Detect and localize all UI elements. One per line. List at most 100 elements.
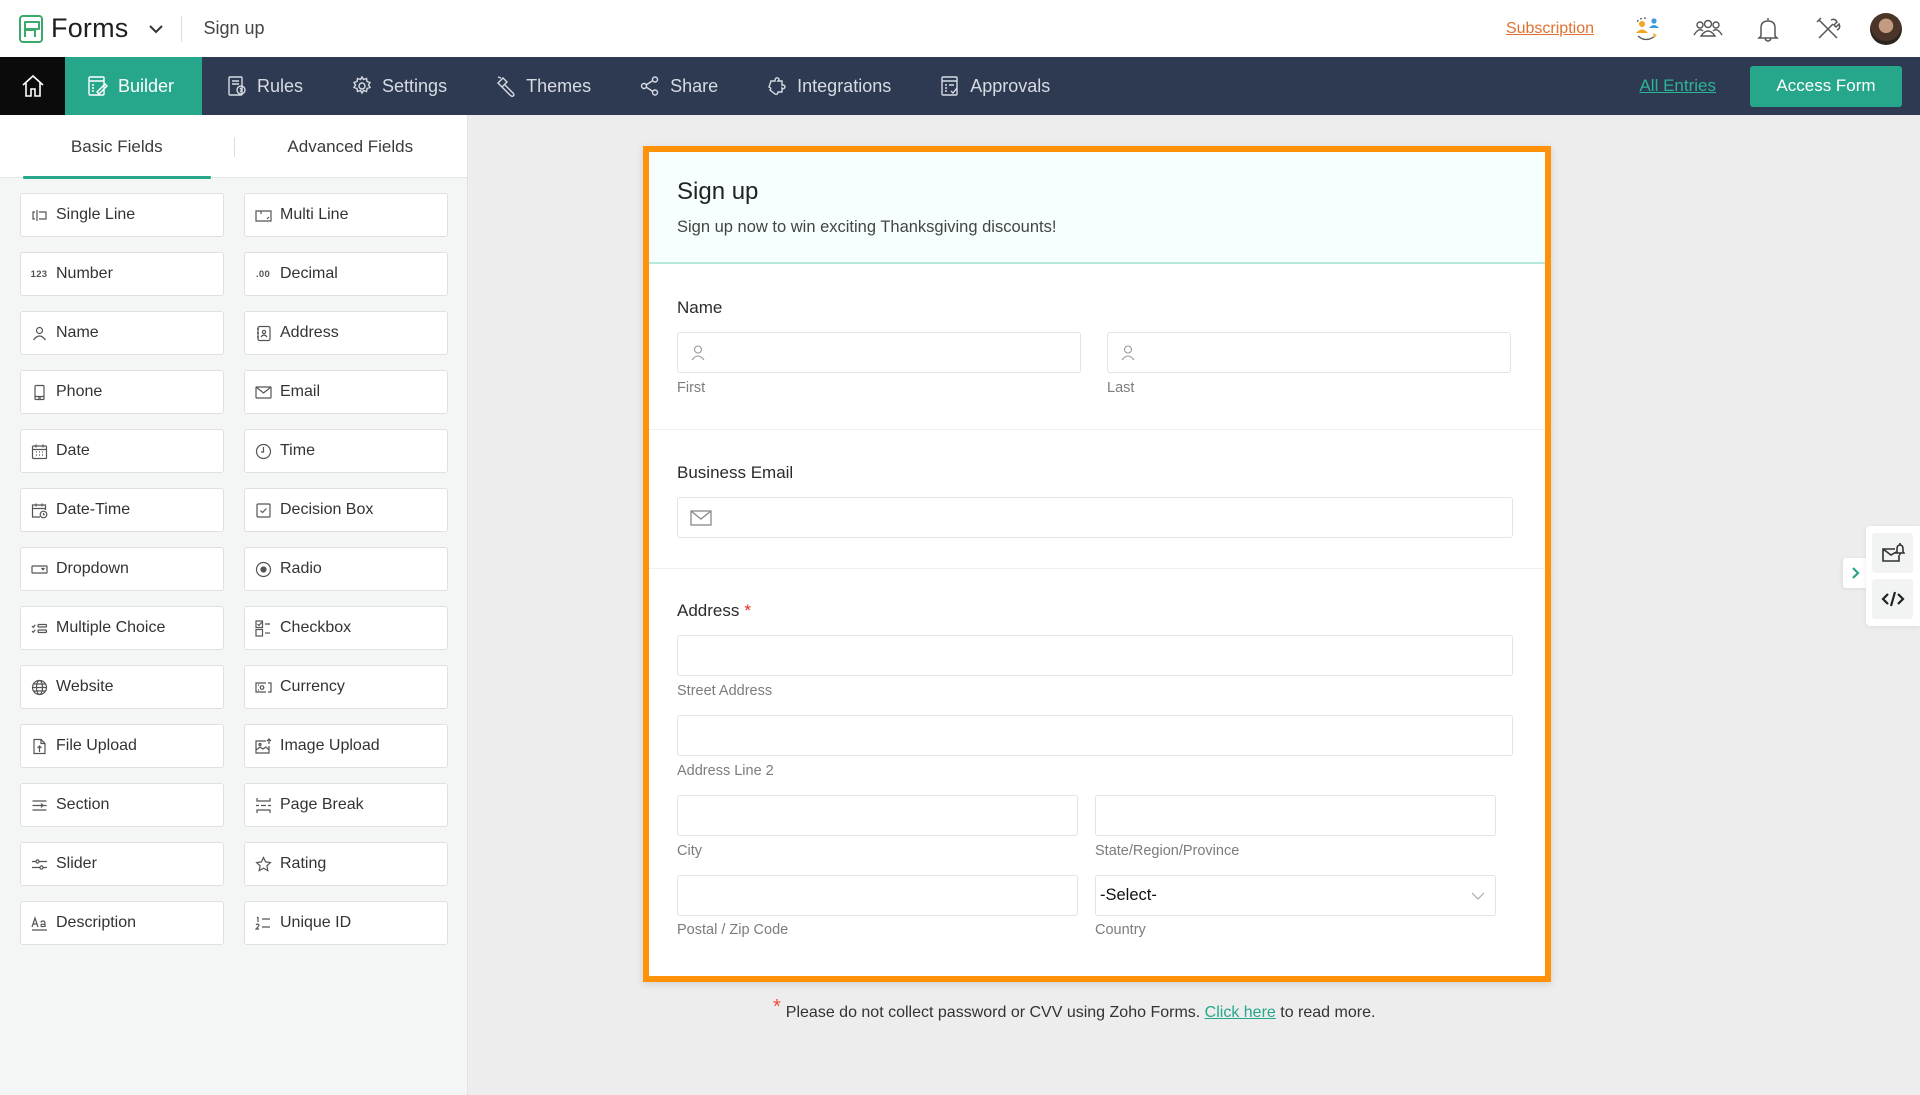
unique-id-icon bbox=[254, 914, 272, 932]
tab-settings[interactable]: Settings bbox=[327, 57, 471, 115]
person-icon bbox=[30, 324, 48, 342]
calendar-clock-icon bbox=[30, 501, 48, 519]
country-select[interactable]: -Select- bbox=[1095, 875, 1496, 916]
zip-input[interactable] bbox=[677, 875, 1078, 916]
tab-themes[interactable]: Themes bbox=[471, 57, 615, 115]
tools-button[interactable] bbox=[1810, 11, 1846, 47]
field-multi-line[interactable]: Multi Line bbox=[244, 193, 448, 237]
all-entries-link[interactable]: All Entries bbox=[1639, 76, 1716, 96]
panel-expand-button[interactable] bbox=[1843, 558, 1868, 588]
last-name-input[interactable] bbox=[1107, 332, 1511, 373]
field-phone[interactable]: Phone bbox=[20, 370, 224, 414]
image-upload-icon bbox=[254, 737, 272, 755]
state-input[interactable] bbox=[1095, 795, 1496, 836]
field-label: Time bbox=[280, 442, 315, 459]
field-multiple-choice[interactable]: Multiple Choice bbox=[20, 606, 224, 650]
access-form-button[interactable]: Access Form bbox=[1750, 65, 1902, 107]
field-decision-box[interactable]: Decision Box bbox=[244, 488, 448, 532]
field-label: Website bbox=[56, 678, 114, 695]
address-field-block[interactable]: Address * Street Address Address Line 2 C… bbox=[649, 569, 1545, 976]
team-icon bbox=[1693, 19, 1723, 37]
currency-icon bbox=[254, 678, 272, 696]
field-email[interactable]: Email bbox=[244, 370, 448, 414]
field-checkbox[interactable]: Checkbox bbox=[244, 606, 448, 650]
field-page-break[interactable]: Page Break bbox=[244, 783, 448, 827]
tab-basic-fields[interactable]: Basic Fields bbox=[0, 115, 234, 179]
tab-advanced-fields[interactable]: Advanced Fields bbox=[234, 115, 468, 178]
avatar[interactable] bbox=[1870, 12, 1902, 45]
rules-icon bbox=[228, 76, 246, 96]
app-switcher-button[interactable] bbox=[147, 20, 165, 38]
field-tabs: Basic Fields Advanced Fields bbox=[0, 115, 468, 179]
business-email-block[interactable]: Business Email bbox=[649, 430, 1545, 569]
form-preview[interactable]: Sign up Sign up now to win exciting Than… bbox=[643, 146, 1551, 982]
address-line2-input[interactable] bbox=[677, 715, 1513, 756]
form-header[interactable]: Sign up Sign up now to win exciting Than… bbox=[649, 152, 1545, 264]
tab-builder[interactable]: Builder bbox=[65, 57, 202, 115]
field-label: Dropdown bbox=[56, 560, 129, 577]
field-number[interactable]: 123 Number bbox=[20, 252, 224, 296]
tab-rules[interactable]: Rules bbox=[202, 57, 327, 115]
address-label-text: Address bbox=[677, 601, 740, 620]
field-date[interactable]: Date bbox=[20, 429, 224, 473]
field-website[interactable]: Website bbox=[20, 665, 224, 709]
city-input[interactable] bbox=[677, 795, 1078, 836]
field-palette: Basic Fields Advanced Fields Single Line… bbox=[0, 115, 468, 1095]
tab-integrations[interactable]: Integrations bbox=[742, 57, 915, 115]
subscription-link[interactable]: Subscription bbox=[1506, 20, 1594, 38]
team-button[interactable] bbox=[1690, 11, 1726, 47]
click-here-link[interactable]: Click here bbox=[1205, 1004, 1276, 1021]
field-section[interactable]: Section bbox=[20, 783, 224, 827]
phone-icon bbox=[30, 383, 48, 401]
field-rating[interactable]: Rating bbox=[244, 842, 448, 886]
field-radio[interactable]: Radio bbox=[244, 547, 448, 591]
first-name-input[interactable] bbox=[677, 332, 1081, 373]
multi-line-icon bbox=[254, 206, 272, 224]
field-description[interactable]: Description bbox=[20, 901, 224, 945]
field-dropdown[interactable]: Dropdown bbox=[20, 547, 224, 591]
tab-label: Builder bbox=[118, 75, 175, 96]
tab-label: Integrations bbox=[797, 75, 892, 96]
field-label: Unique ID bbox=[280, 914, 352, 931]
field-list: Single Line Multi Line 123 Number .00 De… bbox=[20, 193, 448, 945]
field-time[interactable]: Time bbox=[244, 429, 448, 473]
field-address[interactable]: Address bbox=[244, 311, 448, 355]
clock-icon bbox=[254, 442, 272, 460]
field-date-time[interactable]: Date-Time bbox=[20, 488, 224, 532]
field-name[interactable]: Name bbox=[20, 311, 224, 355]
street-address-input[interactable] bbox=[677, 635, 1513, 676]
embed-code-button[interactable] bbox=[1872, 579, 1913, 619]
security-note: * Please do not collect password or CVV u… bbox=[773, 996, 1375, 1023]
city-sublabel: City bbox=[677, 843, 702, 859]
field-image-upload[interactable]: Image Upload bbox=[244, 724, 448, 768]
forms-logo-icon bbox=[19, 14, 43, 43]
field-currency[interactable]: Currency bbox=[244, 665, 448, 709]
field-label: Email bbox=[280, 383, 321, 400]
address-line2-sublabel: Address Line 2 bbox=[677, 763, 774, 779]
tab-share[interactable]: Share bbox=[615, 57, 742, 115]
file-upload-icon bbox=[30, 737, 48, 755]
notifications-button[interactable] bbox=[1750, 11, 1786, 47]
home-button[interactable] bbox=[0, 57, 65, 115]
business-email-input[interactable] bbox=[677, 497, 1513, 538]
globe-icon bbox=[30, 678, 48, 696]
state-sublabel: State/Region/Province bbox=[1095, 843, 1240, 859]
field-file-upload[interactable]: File Upload bbox=[20, 724, 224, 768]
decimal-icon: .00 bbox=[254, 265, 272, 283]
email-notification-button[interactable] bbox=[1872, 533, 1913, 573]
field-slider[interactable]: Slider bbox=[20, 842, 224, 886]
name-field-block[interactable]: Name First Last bbox=[649, 266, 1545, 430]
tab-label: Themes bbox=[526, 75, 592, 96]
app-logo[interactable]: Forms bbox=[19, 13, 129, 44]
tab-approvals[interactable]: Approvals bbox=[915, 57, 1074, 115]
field-single-line[interactable]: Single Line bbox=[20, 193, 224, 237]
envelope-icon bbox=[690, 509, 712, 526]
user-switch-button[interactable] bbox=[1630, 11, 1666, 47]
number-icon: 123 bbox=[30, 265, 48, 283]
field-unique-id[interactable]: Unique ID bbox=[244, 901, 448, 945]
field-label: Decision Box bbox=[280, 501, 374, 518]
checkbox-list-icon bbox=[254, 619, 272, 637]
field-decimal[interactable]: .00 Decimal bbox=[244, 252, 448, 296]
address-label: Address * bbox=[677, 601, 751, 621]
person-icon bbox=[691, 344, 705, 360]
